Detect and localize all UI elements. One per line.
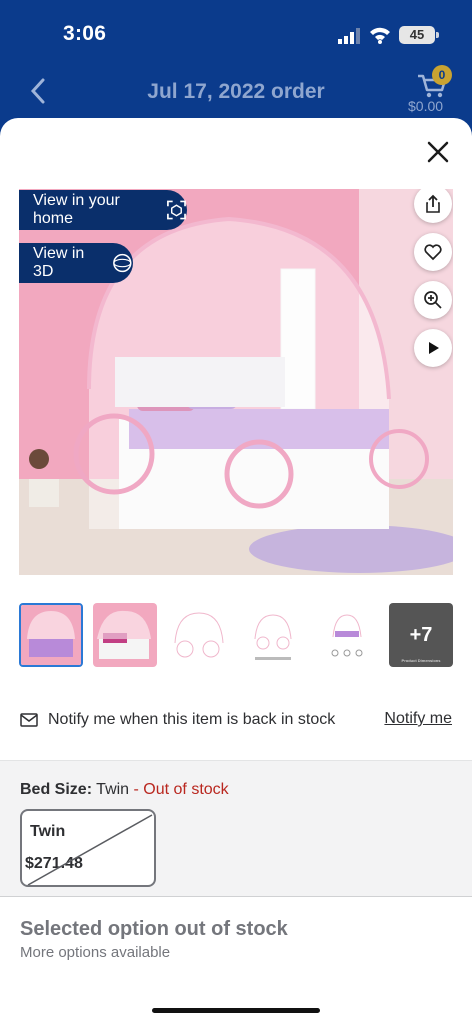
share-icon (426, 194, 440, 213)
thumbnail-strip: +7 Product Dimensions (19, 603, 453, 669)
status-bar: 3:06 45 (0, 0, 472, 70)
more-options-text: More options available (20, 944, 171, 961)
status-time: 3:06 (63, 22, 107, 45)
divider (0, 896, 472, 897)
bed-size-value: Twin (96, 781, 130, 798)
more-images-caption: Product Dimensions (401, 658, 441, 663)
mail-icon (20, 713, 38, 727)
variant-option-twin[interactable]: Twin $271.48 (20, 809, 156, 887)
play-icon (429, 342, 439, 354)
cart-count-badge: 0 (432, 65, 452, 85)
ar-cube-icon (167, 200, 186, 220)
out-of-stock-status: Out of stock (143, 781, 229, 798)
product-sheet: View in your home View in 3D +7 Product … (0, 118, 472, 1024)
view-in-home-button[interactable]: View in your home (19, 190, 187, 230)
notify-me-link[interactable]: Notify me (384, 710, 452, 728)
wifi-icon (370, 27, 390, 44)
thumbnail-2[interactable] (93, 603, 157, 667)
unavailable-slash (27, 814, 153, 885)
thumbnail-1[interactable] (19, 603, 83, 667)
thumbnail-4[interactable] (241, 603, 305, 667)
home-indicator[interactable] (152, 1008, 320, 1013)
view-in-3d-button[interactable]: View in 3D (19, 243, 133, 283)
play-video-button[interactable] (414, 329, 452, 367)
variant-section: Bed Size: Twin - Out of stock Twin $271.… (0, 760, 472, 896)
notify-text: Notify me when this item is back in stoc… (48, 711, 336, 728)
notify-row: Notify me when this item is back in stoc… (20, 708, 452, 732)
more-images-button[interactable]: +7 Product Dimensions (389, 603, 453, 667)
oos-separator: - (129, 781, 144, 798)
bed-size-label: Bed Size: Twin - Out of stock (20, 781, 229, 798)
zoom-icon (424, 291, 442, 309)
order-title: Jul 17, 2022 order (147, 80, 325, 103)
thumbnail-5[interactable] (315, 603, 379, 667)
close-icon[interactable] (426, 140, 450, 164)
cart-total: $0.00 (408, 98, 444, 114)
zoom-button[interactable] (414, 281, 452, 319)
out-of-stock-title: Selected option out of stock (20, 918, 288, 940)
order-header: Jul 17, 2022 order 0 $0.00 (0, 65, 472, 118)
favorite-button[interactable] (414, 233, 452, 271)
thumbnail-3[interactable] (167, 603, 231, 667)
product-image[interactable]: View in your home View in 3D (19, 189, 453, 575)
heart-icon (424, 244, 442, 261)
signal-icon (338, 28, 360, 44)
battery-icon: 45 (399, 26, 439, 44)
3d-view-icon (113, 253, 132, 273)
